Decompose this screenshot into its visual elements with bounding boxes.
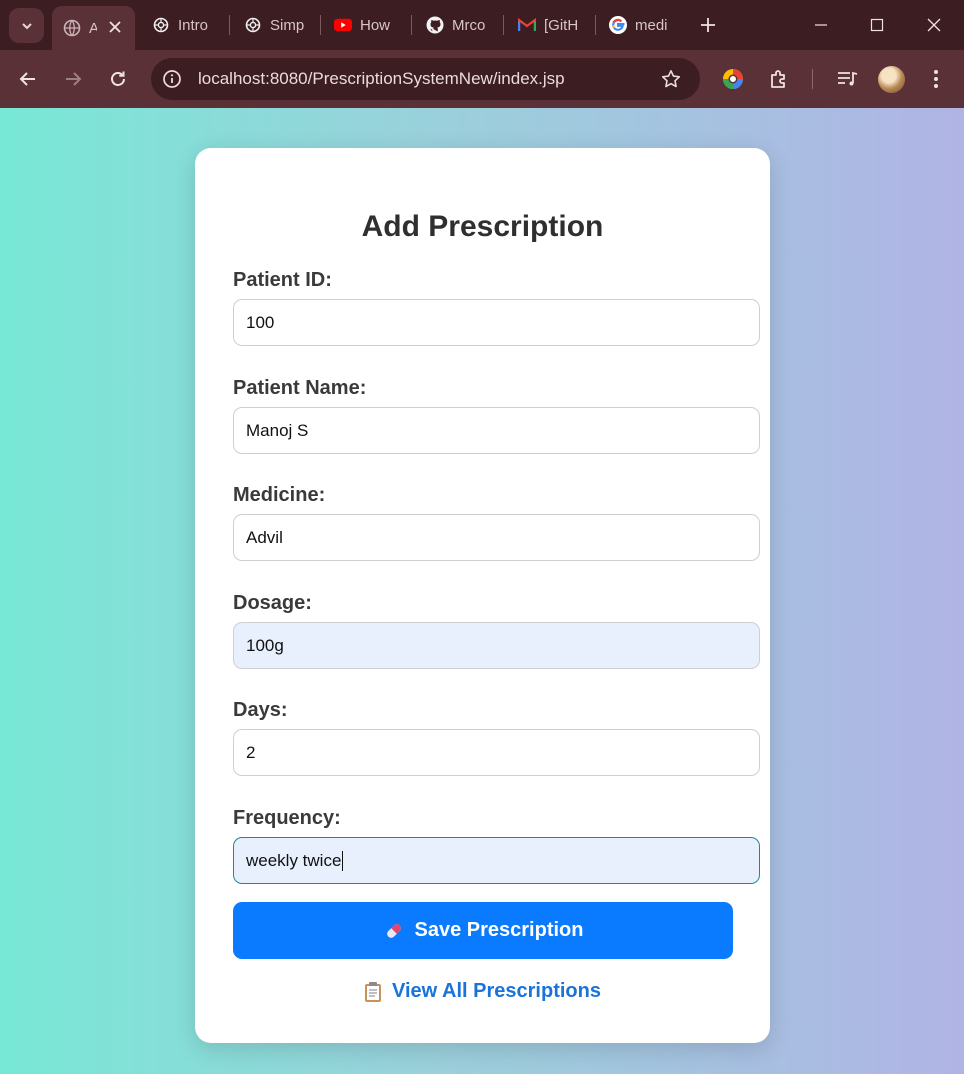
site-info-icon[interactable]: [161, 68, 183, 90]
frequency-value: weekly twice: [246, 850, 342, 870]
tab-divider: [320, 15, 321, 35]
days-value: 2: [246, 742, 256, 762]
tab-divider: [411, 15, 412, 35]
arrow-right-icon: [66, 72, 82, 86]
openai-icon: [152, 16, 170, 34]
browser-toolbar: localhost:8080/PrescriptionSystemNew/ind…: [0, 50, 964, 108]
color-wheel-icon[interactable]: [719, 65, 747, 93]
frequency-label: Frequency:: [233, 807, 341, 829]
github-icon: [426, 16, 444, 34]
page-viewport: Add Prescription Patient ID: 100 Patient…: [0, 108, 964, 1074]
plus-icon: [701, 18, 715, 32]
google-icon: [609, 16, 627, 34]
medicine-input[interactable]: Advil: [233, 514, 760, 561]
dosage-input[interactable]: 100g: [233, 622, 760, 669]
pill-icon: [386, 923, 401, 938]
youtube-icon: [334, 16, 352, 34]
tab-mrco[interactable]: Mrco: [426, 8, 488, 42]
extensions-icon[interactable]: [765, 65, 793, 93]
more-menu-icon[interactable]: [922, 65, 950, 93]
page-title: Add Prescription: [361, 210, 604, 243]
address-bar[interactable]: localhost:8080/PrescriptionSystemNew/ind…: [151, 58, 700, 100]
tab-search-button[interactable]: [9, 8, 44, 43]
days-input[interactable]: 2: [233, 729, 760, 776]
forward-button[interactable]: [58, 64, 88, 94]
tab-divider: [595, 15, 596, 35]
patient-id-value: 100: [246, 312, 275, 332]
bookmark-star-icon[interactable]: [659, 67, 683, 91]
reload-button[interactable]: [103, 64, 133, 94]
close-window-button[interactable]: [919, 10, 949, 40]
medicine-value: Advil: [246, 527, 283, 547]
days-label: Days:: [233, 699, 288, 721]
maximize-button[interactable]: [862, 10, 892, 40]
view-all-prescriptions-link[interactable]: View All Prescriptions: [195, 980, 770, 1003]
patient-name-value: Manoj S: [246, 420, 309, 440]
patient-name-label: Patient Name:: [233, 377, 367, 399]
view-link-label: View All Prescriptions: [392, 980, 601, 1002]
tab-simp[interactable]: Simp: [244, 8, 308, 42]
dosage-value: 100g: [246, 635, 284, 655]
media-queue-icon[interactable]: [833, 65, 861, 93]
save-button-label: Save Prescription: [414, 919, 584, 941]
reload-icon: [111, 71, 125, 86]
back-button[interactable]: [13, 64, 43, 94]
tab-strip: A Intro Simp How Mrco [GitH medi: [0, 0, 964, 50]
toolbar-divider: [812, 69, 813, 89]
tab-medi[interactable]: medi: [609, 8, 673, 42]
close-tab-icon[interactable]: [107, 19, 123, 35]
medicine-label: Medicine:: [233, 484, 326, 506]
prescription-form-card: Add Prescription Patient ID: 100 Patient…: [195, 148, 770, 1043]
patient-id-input[interactable]: 100: [233, 299, 760, 346]
frequency-input[interactable]: weekly twice: [233, 837, 760, 884]
tab-title: Mrco: [452, 16, 486, 34]
new-tab-button[interactable]: [695, 12, 721, 38]
globe-icon: [63, 19, 81, 37]
tab-title: A: [89, 19, 97, 37]
patient-id-label: Patient ID:: [233, 269, 332, 291]
chevron-down-icon: [21, 22, 32, 29]
tab-divider: [229, 15, 230, 35]
tab-intro[interactable]: Intro: [152, 8, 218, 42]
profile-avatar[interactable]: [878, 66, 905, 93]
tab-title: How: [360, 16, 391, 34]
tab-title: Simp: [270, 16, 305, 34]
minimize-button[interactable]: [806, 10, 836, 40]
tab-github-mail[interactable]: [GitH: [518, 8, 582, 42]
openai-icon: [244, 16, 262, 34]
tab-title: [GitH: [544, 16, 579, 34]
arrow-left-icon: [19, 72, 35, 86]
tab-title: medi: [635, 16, 668, 34]
tab-active[interactable]: A: [52, 6, 135, 50]
tab-divider: [503, 15, 504, 35]
gmail-icon: [518, 16, 536, 34]
tab-how[interactable]: How: [334, 8, 396, 42]
minimize-icon: [815, 24, 827, 26]
patient-name-input[interactable]: Manoj S: [233, 407, 760, 454]
maximize-icon: [870, 18, 884, 32]
clipboard-icon: [365, 981, 382, 1002]
dosage-label: Dosage:: [233, 592, 312, 614]
save-prescription-button[interactable]: Save Prescription: [233, 902, 733, 959]
tab-title: Intro: [178, 16, 209, 34]
close-icon: [927, 18, 941, 32]
url-text[interactable]: localhost:8080/PrescriptionSystemNew/ind…: [198, 69, 565, 89]
text-caret: [342, 850, 344, 871]
